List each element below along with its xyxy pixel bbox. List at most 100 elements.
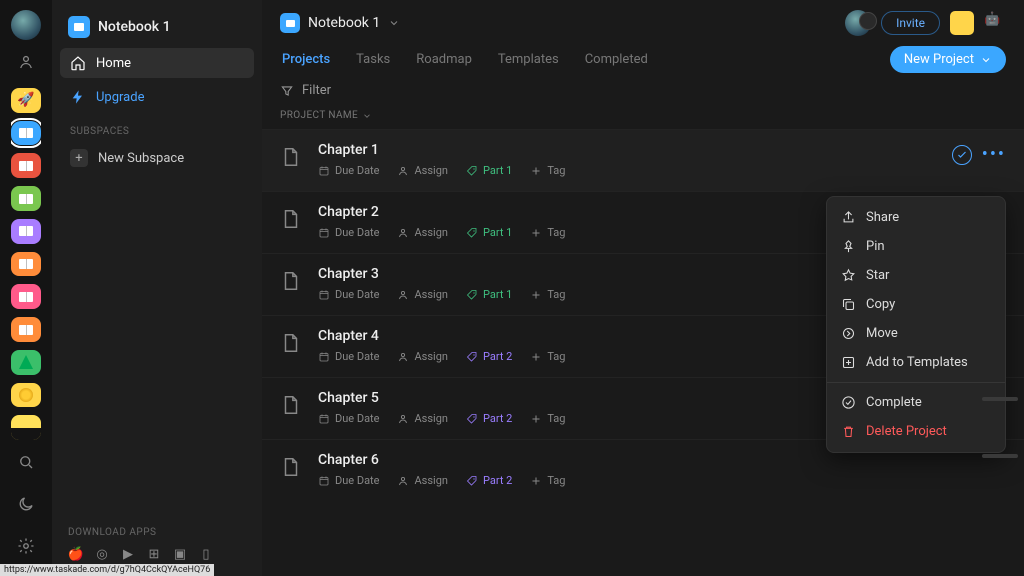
add-tag-button[interactable]: Tag (530, 288, 565, 301)
workspace-tile-10[interactable] (11, 415, 41, 440)
document-icon (280, 454, 302, 480)
assign-button[interactable]: Assign (397, 474, 447, 487)
play-icon[interactable]: ▶ (120, 546, 136, 562)
more-actions-icon[interactable]: ••• (982, 144, 1006, 165)
pin-icon (841, 239, 856, 254)
breadcrumb-workspace-icon (280, 13, 300, 33)
document-icon (280, 144, 302, 170)
assign-button[interactable]: Assign (397, 164, 447, 177)
workspace-tile-6[interactable] (11, 284, 41, 309)
status-bar-url: https://www.taskade.com/d/g7hQ4CckQYAceH… (0, 564, 214, 576)
ctx-share[interactable]: Share (827, 203, 1005, 232)
workspace-tile-9[interactable] (11, 383, 41, 408)
sidebar: Notebook 1 Home Upgrade SUBSPACES + New … (52, 0, 262, 576)
search-icon[interactable] (12, 448, 40, 476)
add-tag-button[interactable]: Tag (530, 412, 565, 425)
new-subspace-label: New Subspace (98, 151, 184, 166)
ctx-copy[interactable]: Copy (827, 290, 1005, 319)
due-date-button[interactable]: Due Date (318, 164, 379, 177)
tab-templates[interactable]: Templates (496, 46, 561, 73)
part-tag[interactable]: Part 1 (466, 226, 512, 239)
context-menu: SharePinStarCopyMoveAdd to Templates Comp… (826, 196, 1006, 453)
workspace-tile-5[interactable] (11, 252, 41, 277)
user-avatar[interactable] (11, 10, 41, 40)
workspace-switcher[interactable]: Notebook 1 (60, 10, 254, 44)
invite-button[interactable]: Invite (881, 11, 940, 35)
complete-toggle[interactable] (952, 145, 972, 165)
workspace-tile-1[interactable] (11, 121, 41, 146)
workspace-tile-4[interactable] (11, 219, 41, 244)
project-row[interactable]: Chapter 1 Due Date Assign Part 1 Tag ••• (262, 129, 1024, 191)
theme-toggle-icon[interactable] (12, 490, 40, 518)
ctx-pin[interactable]: Pin (827, 232, 1005, 261)
ctx-complete[interactable]: Complete (827, 388, 1005, 417)
part-tag[interactable]: Part 1 (466, 164, 512, 177)
tab-projects[interactable]: Projects (280, 46, 332, 73)
add-templates-icon (841, 355, 856, 370)
tab-tasks[interactable]: Tasks (354, 46, 392, 73)
chrome-icon[interactable]: ◎ (94, 546, 110, 562)
windows-icon[interactable]: ⊞ (146, 546, 162, 562)
tab-completed[interactable]: Completed (583, 46, 650, 73)
nav-upgrade-label: Upgrade (96, 90, 144, 105)
workspace-tile-2[interactable] (11, 153, 41, 178)
project-title: Chapter 6 (318, 452, 1006, 468)
topbar: Notebook 1 Invite 🤖 (262, 0, 1024, 46)
nav-home[interactable]: Home (60, 48, 254, 78)
home-icon (70, 55, 86, 71)
due-date-button[interactable]: Due Date (318, 412, 379, 425)
assign-button[interactable]: Assign (397, 350, 447, 363)
part-tag[interactable]: Part 2 (466, 350, 512, 363)
mobile-icon[interactable]: ▯ (198, 546, 214, 562)
apple-icon[interactable]: 🍎 (68, 546, 84, 562)
assign-button[interactable]: Assign (397, 412, 447, 425)
appstore-icon[interactable]: ▣ (172, 546, 188, 562)
assistant-icon[interactable]: 🤖 (984, 12, 1006, 34)
nav-upgrade[interactable]: Upgrade (60, 82, 254, 112)
add-tag-button[interactable]: Tag (530, 474, 565, 487)
breadcrumb[interactable]: Notebook 1 (280, 13, 400, 33)
notification-badge[interactable] (950, 11, 974, 35)
scrollbar-thumb[interactable] (982, 454, 1018, 458)
due-date-button[interactable]: Due Date (318, 226, 379, 239)
document-icon (280, 330, 302, 356)
due-date-button[interactable]: Due Date (318, 288, 379, 301)
workspace-icon (68, 16, 90, 38)
workspace-tile-3[interactable] (11, 186, 41, 211)
chevron-down-icon (980, 54, 992, 66)
header-avatar[interactable] (845, 10, 871, 36)
filter-icon (280, 84, 294, 98)
settings-icon[interactable] (12, 532, 40, 560)
column-header-name[interactable]: PROJECT NAME (262, 104, 1024, 129)
workspace-tile-8[interactable] (11, 350, 41, 375)
tab-roadmap[interactable]: Roadmap (414, 46, 474, 73)
share-icon (841, 210, 856, 225)
chevron-down-icon (362, 111, 372, 121)
workspace-tile-7[interactable] (11, 317, 41, 342)
new-project-label: New Project (904, 52, 974, 67)
ctx-star[interactable]: Star (827, 261, 1005, 290)
assign-button[interactable]: Assign (397, 226, 447, 239)
add-tag-button[interactable]: Tag (530, 350, 565, 363)
members-icon[interactable] (12, 48, 40, 76)
plus-icon: + (70, 149, 88, 167)
new-subspace[interactable]: + New Subspace (60, 143, 254, 173)
add-tag-button[interactable]: Tag (530, 164, 565, 177)
add-tag-button[interactable]: Tag (530, 226, 565, 239)
scrollbar-thumb[interactable] (982, 397, 1018, 401)
part-tag[interactable]: Part 1 (466, 288, 512, 301)
workspace-tile-0[interactable]: 🚀 (11, 88, 41, 113)
assign-button[interactable]: Assign (397, 288, 447, 301)
ctx-move[interactable]: Move (827, 319, 1005, 348)
ctx-add-templates[interactable]: Add to Templates (827, 348, 1005, 377)
chevron-down-icon (388, 17, 400, 29)
filter-button[interactable]: Filter (262, 73, 1024, 104)
new-project-button[interactable]: New Project (890, 46, 1006, 73)
document-icon (280, 392, 302, 418)
due-date-button[interactable]: Due Date (318, 474, 379, 487)
due-date-button[interactable]: Due Date (318, 350, 379, 363)
part-tag[interactable]: Part 2 (466, 412, 512, 425)
star-icon (841, 268, 856, 283)
ctx-delete[interactable]: Delete Project (827, 417, 1005, 446)
part-tag[interactable]: Part 2 (466, 474, 512, 487)
